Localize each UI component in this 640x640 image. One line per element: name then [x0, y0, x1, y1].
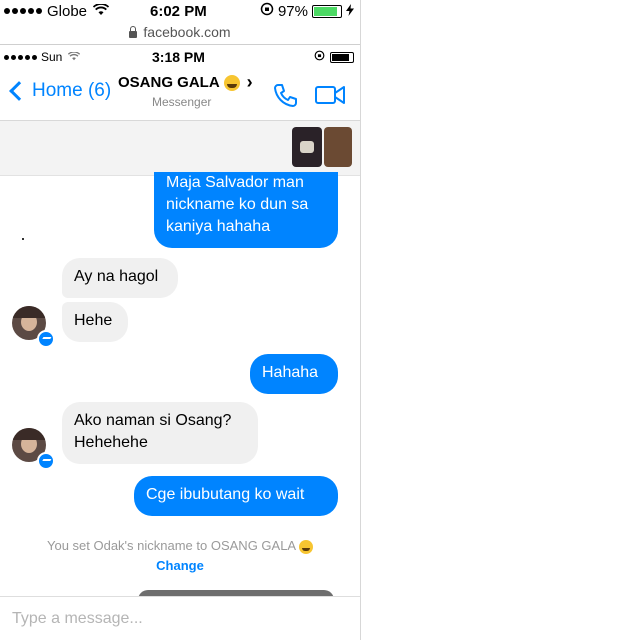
back-button[interactable]: Home (6)	[8, 80, 111, 102]
crying-laughing-emoji-icon	[223, 74, 240, 91]
charging-icon	[346, 3, 354, 20]
signal-icon	[4, 54, 37, 60]
outer-clock: 6:02 PM	[150, 2, 207, 20]
nickname-notice-text: You set Odak's nickname to OSANG GALA	[46, 538, 296, 553]
outer-status-bar: Globe 6:02 PM 97%	[0, 0, 360, 22]
blank-area	[361, 0, 640, 640]
rotation-lock-icon	[314, 50, 325, 64]
change-nickname-link[interactable]: Change	[0, 558, 360, 573]
carrier-label: Sun	[41, 50, 63, 64]
message-composer	[0, 596, 360, 640]
message-bubble-incoming[interactable]: Ay na hagol	[62, 258, 178, 298]
message-bubble-outgoing[interactable]: Cge ibubutang ko wait	[134, 476, 338, 516]
wifi-icon	[68, 50, 81, 64]
crying-laughing-emoji-icon	[299, 539, 314, 554]
contact-name: OSANG GALA	[118, 74, 220, 91]
messenger-badge-icon	[37, 330, 55, 348]
battery-icon	[312, 4, 342, 18]
inner-clock: 3:18 PM	[152, 49, 205, 65]
address-bar[interactable]: facebook.com	[0, 22, 360, 42]
rotation-lock-icon	[260, 2, 274, 20]
photo-thumbnail[interactable]	[292, 127, 322, 167]
message-bubble-incoming[interactable]: Ako naman si Osang? Hehehehe	[62, 402, 258, 464]
message-list[interactable]: Maja Salvador man nickname ko dun sa kan…	[0, 172, 360, 600]
back-label: Home (6)	[32, 80, 112, 101]
url-text: facebook.com	[143, 24, 231, 40]
chevron-left-icon	[9, 81, 29, 101]
lock-icon	[129, 25, 138, 38]
message-input[interactable]	[10, 605, 344, 633]
divider	[0, 44, 360, 45]
message-bubble-incoming[interactable]: Hehe	[62, 302, 128, 342]
message-bubble-outgoing[interactable]: Maja Salvador man nickname ko dun sa kan…	[154, 172, 338, 248]
shared-media-strip	[0, 121, 360, 176]
phone-call-icon[interactable]	[272, 82, 298, 108]
signal-icon	[4, 8, 42, 14]
phone-screen: Globe 6:02 PM 97% facebook.com Sun 3:18	[0, 0, 361, 640]
conversation-title[interactable]: OSANG GALA › Messenger	[118, 72, 258, 109]
chevron-right-icon: ›	[246, 72, 253, 92]
video-call-icon[interactable]	[314, 84, 346, 106]
battery-icon	[330, 51, 354, 63]
messenger-badge-icon	[37, 452, 55, 470]
conversation-header: Home (6) OSANG GALA › Messenger	[0, 66, 360, 121]
battery-percent: 97%	[277, 2, 308, 20]
photo-thumbnail[interactable]	[324, 127, 352, 167]
inner-status-bar: Sun 3:18 PM	[0, 48, 360, 66]
message-bubble-outgoing[interactable]: Hahaha	[250, 354, 338, 394]
dust-speck	[22, 238, 24, 240]
wifi-icon	[92, 2, 110, 20]
carrier-label: Globe	[47, 2, 88, 20]
nickname-notice: You set Odak's nickname to OSANG GALA	[0, 538, 360, 554]
header-subtitle: Messenger	[152, 95, 212, 109]
